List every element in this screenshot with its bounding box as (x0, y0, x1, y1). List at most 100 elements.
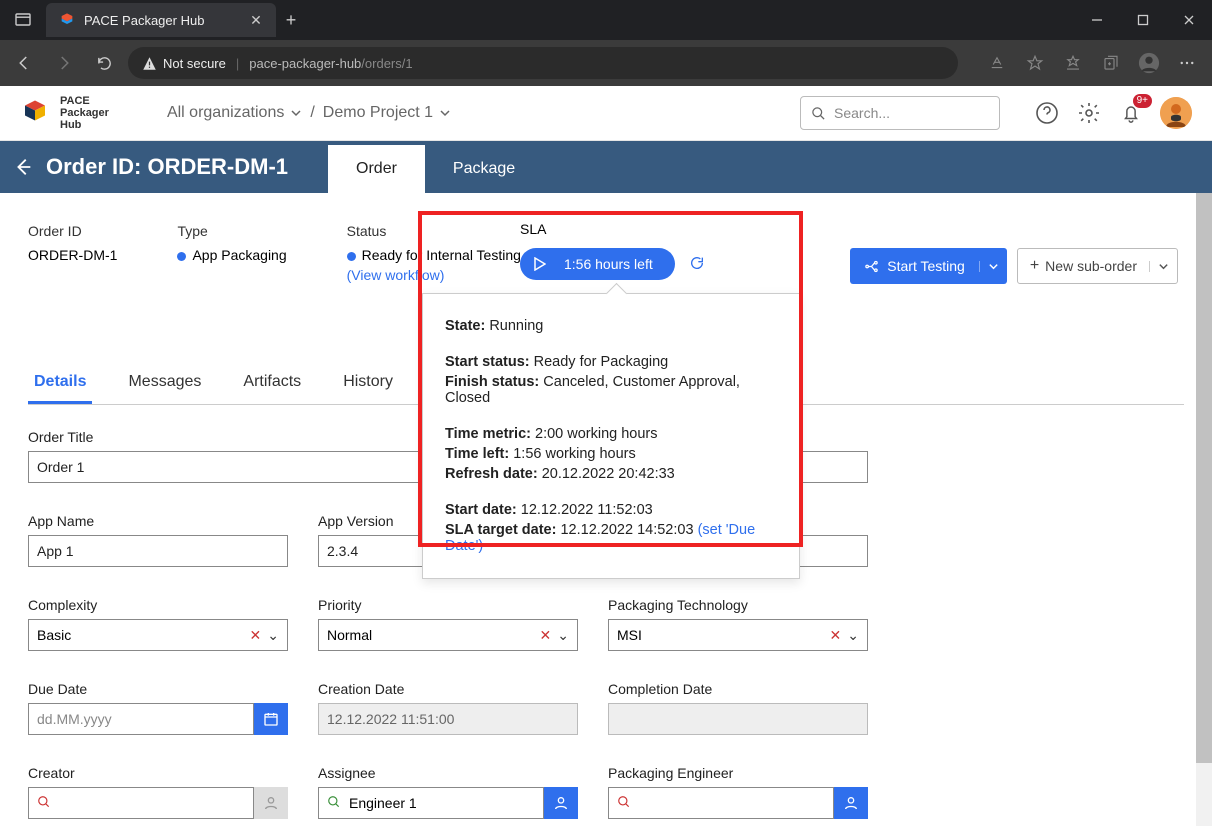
status-value: Ready for Internal Testing (347, 247, 521, 263)
tab-messages[interactable]: Messages (122, 363, 207, 404)
brand-logo[interactable]: PACEPackagerHub (20, 95, 109, 131)
tab-package[interactable]: Package (425, 145, 543, 193)
search-input[interactable]: Search... (800, 96, 1000, 130)
due-date-label: Due Date (28, 681, 288, 697)
order-id-label: Order ID (28, 223, 117, 239)
collections-icon[interactable] (1094, 46, 1128, 80)
tech-select[interactable]: MSI✕⌄ (608, 619, 868, 651)
window-maximize-icon[interactable] (1120, 0, 1166, 40)
tab-artifacts[interactable]: Artifacts (237, 363, 307, 404)
new-tab-button[interactable]: + (276, 10, 306, 31)
bell-icon[interactable]: 9+ (1118, 100, 1144, 126)
view-workflow-link[interactable]: (View workflow) (347, 267, 521, 283)
start-testing-dropdown[interactable] (979, 261, 1007, 272)
creator-input[interactable] (28, 787, 254, 819)
creator-picker-button (254, 787, 288, 819)
tab-details[interactable]: Details (28, 363, 92, 404)
creation-date-input: 12.12.2022 11:51:00 (318, 703, 578, 735)
favorite-icon[interactable] (1018, 46, 1052, 80)
sla-refresh-icon[interactable] (689, 255, 705, 274)
tech-label: Packaging Technology (608, 597, 868, 613)
chevron-down-icon: ⌄ (847, 627, 859, 644)
order-id-value: ORDER-DM-1 (28, 247, 117, 263)
nav-refresh-icon[interactable] (88, 47, 120, 79)
calendar-button[interactable] (254, 703, 288, 735)
chevron-down-icon: ⌄ (267, 627, 279, 644)
app-name-label: App Name (28, 513, 288, 529)
person-icon (263, 795, 279, 811)
window-minimize-icon[interactable] (1074, 0, 1120, 40)
engineer-label: Packaging Engineer (608, 765, 868, 781)
tab-favicon (58, 11, 76, 29)
sla-popover: State: Running Start status: Ready for P… (422, 293, 800, 579)
breadcrumb: All organizations / Demo Project 1 (167, 104, 451, 122)
creator-label: Creator (28, 765, 288, 781)
browser-address-bar: Not secure | pace-packager-hub/orders/1 (0, 40, 1212, 86)
nav-back-icon[interactable] (8, 47, 40, 79)
gear-icon[interactable] (1076, 100, 1102, 126)
person-icon (553, 795, 569, 811)
page-body: Order ID ORDER-DM-1 Type App Packaging S… (0, 193, 1212, 826)
breadcrumb-org[interactable]: All organizations (167, 104, 302, 122)
sla-pill[interactable]: 1:56 hours left (520, 248, 675, 280)
cube-icon (20, 98, 50, 128)
user-avatar[interactable] (1160, 97, 1192, 129)
assignee-label: Assignee (318, 765, 578, 781)
new-sub-order-dropdown[interactable] (1149, 261, 1177, 272)
clear-icon[interactable]: ✕ (250, 627, 262, 644)
help-icon[interactable] (1034, 100, 1060, 126)
complexity-label: Complexity (28, 597, 288, 613)
tab-title: PACE Packager Hub (84, 13, 248, 28)
url-input[interactable]: Not secure | pace-packager-hub/orders/1 (128, 47, 958, 79)
search-icon (37, 795, 51, 812)
app-name-input[interactable]: App 1 (28, 535, 288, 567)
search-placeholder: Search... (834, 105, 890, 121)
priority-select[interactable]: Normal✕⌄ (318, 619, 578, 651)
chevron-down-icon (290, 107, 302, 119)
assignee-input[interactable]: Engineer 1 (318, 787, 544, 819)
start-testing-button[interactable]: Start Testing (850, 248, 1007, 284)
due-date-input[interactable]: dd.MM.yyyy (28, 703, 254, 735)
clear-icon[interactable]: ✕ (830, 627, 842, 644)
assignee-picker-button[interactable] (544, 787, 578, 819)
new-sub-order-button[interactable]: +New sub-order (1017, 248, 1178, 284)
chevron-down-icon (1158, 261, 1169, 272)
browser-tab[interactable]: PACE Packager Hub ✕ (46, 3, 276, 37)
not-secure-label: Not secure (163, 56, 226, 71)
type-value: App Packaging (177, 247, 286, 263)
search-icon (811, 106, 826, 121)
completion-date-input (608, 703, 868, 735)
sla-label: SLA (520, 221, 546, 237)
search-icon (617, 795, 631, 812)
tab-close-icon[interactable]: ✕ (248, 12, 264, 29)
window-close-icon[interactable] (1166, 0, 1212, 40)
favorites-list-icon[interactable] (1056, 46, 1090, 80)
browser-menu-icon[interactable] (1170, 46, 1204, 80)
search-icon (327, 795, 341, 812)
type-label: Type (177, 223, 286, 239)
clear-icon[interactable]: ✕ (540, 627, 552, 644)
engineer-input[interactable] (608, 787, 834, 819)
play-icon (534, 257, 546, 271)
engineer-picker-button[interactable] (834, 787, 868, 819)
scrollbar[interactable] (1196, 193, 1212, 826)
calendar-icon (263, 711, 279, 727)
person-icon (843, 795, 859, 811)
status-dot-icon (177, 252, 186, 261)
complexity-select[interactable]: Basic✕⌄ (28, 619, 288, 651)
profile-icon[interactable] (1132, 46, 1166, 80)
tab-order[interactable]: Order (328, 145, 425, 193)
tab-overview-button[interactable] (6, 3, 40, 37)
browser-titlebar: PACE Packager Hub ✕ + (0, 0, 1212, 40)
breadcrumb-project[interactable]: Demo Project 1 (323, 104, 451, 122)
priority-label: Priority (318, 597, 578, 613)
creation-date-label: Creation Date (318, 681, 578, 697)
chevron-down-icon (988, 261, 999, 272)
app-header: PACEPackagerHub All organizations / Demo… (0, 86, 1212, 141)
chevron-down-icon (439, 107, 451, 119)
not-secure-indicator[interactable]: Not secure (142, 56, 226, 71)
plus-icon: + (1030, 258, 1039, 274)
tab-history[interactable]: History (337, 363, 399, 404)
back-button[interactable] (0, 156, 46, 178)
read-aloud-icon[interactable] (980, 46, 1014, 80)
